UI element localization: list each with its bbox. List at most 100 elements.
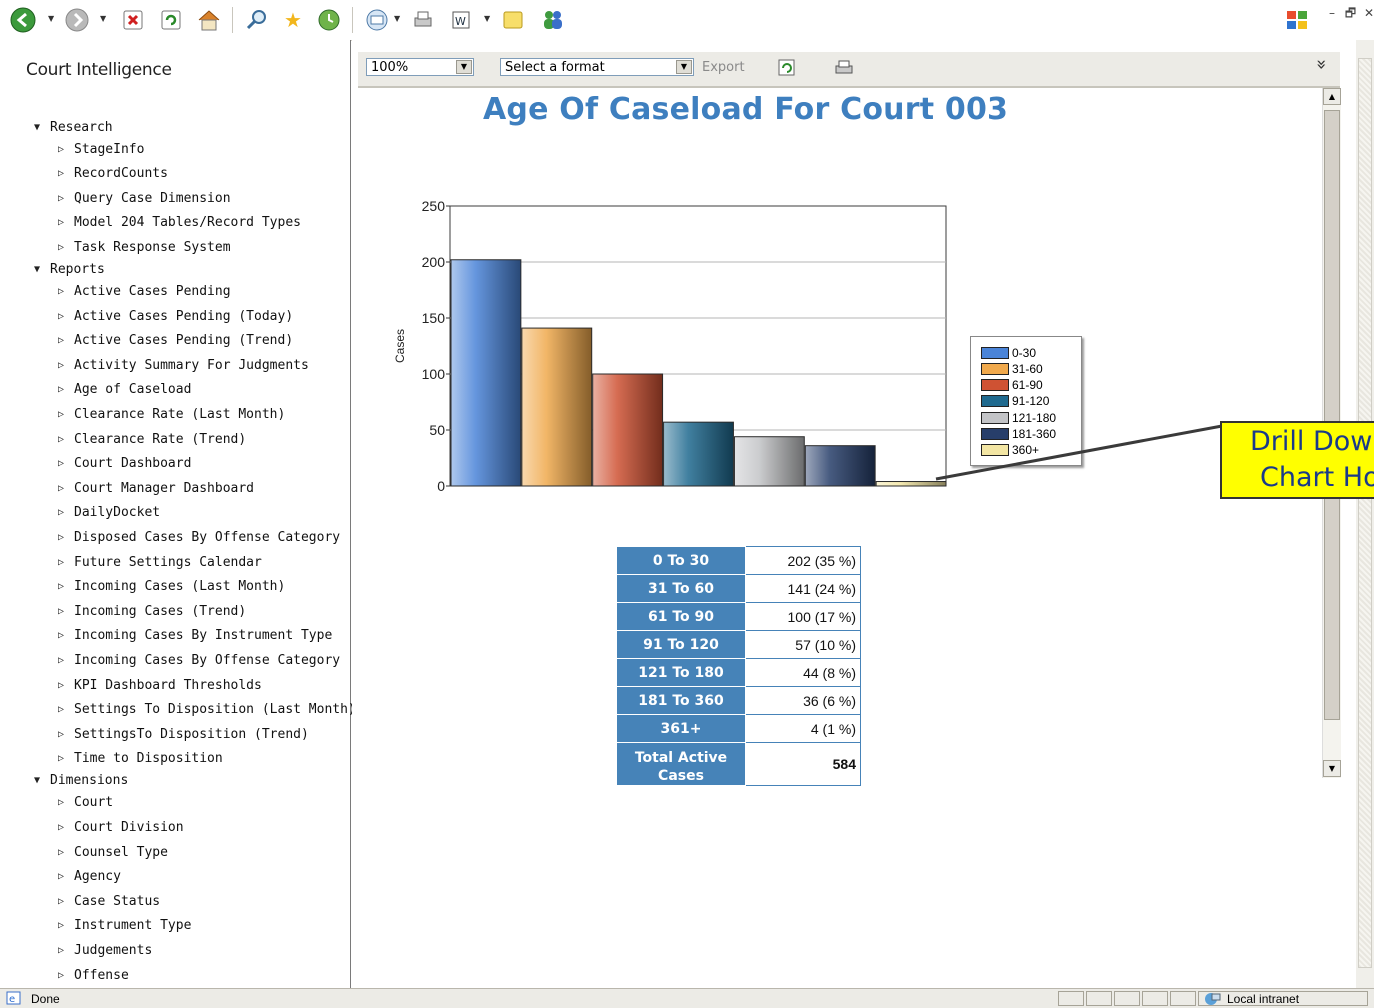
zoom-select[interactable]: 100% ▼	[366, 58, 474, 76]
collapsed-triangle-icon[interactable]: ▷	[54, 458, 68, 469]
collapsed-triangle-icon[interactable]: ▷	[54, 360, 68, 371]
export-link[interactable]: Export	[702, 60, 745, 75]
collapsed-triangle-icon[interactable]: ▷	[54, 144, 68, 155]
back-dropdown-icon[interactable]: ▼	[48, 14, 54, 23]
collapsed-triangle-icon[interactable]: ▷	[54, 970, 68, 981]
sidebar-section[interactable]: ▼ Research	[30, 116, 113, 138]
sidebar-item[interactable]: ▷ Clearance Rate (Trend)	[54, 428, 246, 450]
sidebar-item[interactable]: ▷ Agency	[54, 866, 121, 888]
collapsed-triangle-icon[interactable]: ▷	[54, 729, 68, 740]
sidebar-item[interactable]: ▷ Incoming Cases By Offense Category	[54, 649, 340, 671]
collapsed-triangle-icon[interactable]: ▷	[54, 822, 68, 833]
close-button[interactable]: ✕	[1364, 6, 1374, 20]
collapsed-triangle-icon[interactable]: ▷	[54, 242, 68, 253]
sidebar-item[interactable]: ▷ Active Cases Pending	[54, 280, 231, 302]
sidebar-item[interactable]: ▷ Court Dashboard	[54, 453, 191, 475]
collapsed-triangle-icon[interactable]: ▷	[54, 920, 68, 931]
discuss-icon[interactable]	[498, 6, 528, 34]
collapsed-triangle-icon[interactable]: ▷	[54, 168, 68, 179]
collapsed-triangle-icon[interactable]: ▷	[54, 871, 68, 882]
collapsed-triangle-icon[interactable]: ▷	[54, 896, 68, 907]
collapse-toolbar-icon[interactable]: »	[1311, 59, 1332, 70]
minimize-button[interactable]: –	[1329, 6, 1335, 20]
sidebar-item[interactable]: ▷ Clearance Rate (Last Month)	[54, 403, 285, 425]
sidebar-item[interactable]: ▷ Judgements	[54, 939, 152, 961]
edit-icon[interactable]: W	[448, 6, 474, 34]
page-scroll-thumb[interactable]	[1358, 58, 1372, 968]
stop-icon[interactable]	[120, 6, 146, 34]
scroll-down-icon[interactable]: ▼	[1323, 760, 1341, 777]
sidebar-item[interactable]: ▷ SettingsTo Disposition (Trend)	[54, 723, 309, 745]
print-report-icon[interactable]	[834, 59, 854, 81]
sidebar-item[interactable]: ▷ Settings To Disposition (Last Month)	[54, 699, 356, 721]
messenger-icon[interactable]	[538, 6, 568, 34]
collapsed-triangle-icon[interactable]: ▷	[54, 434, 68, 445]
back-icon[interactable]	[8, 6, 38, 34]
sidebar-item[interactable]: ▷ Incoming Cases By Instrument Type	[54, 625, 332, 647]
page-scrollbar[interactable]	[1356, 40, 1374, 988]
sidebar-item[interactable]: ▷ Time to Disposition	[54, 748, 223, 770]
collapsed-triangle-icon[interactable]: ▷	[54, 483, 68, 494]
bar-181-360[interactable]	[804, 445, 876, 487]
bar-31-60[interactable]	[521, 327, 593, 487]
restore-button[interactable]: 🗗	[1345, 6, 1356, 20]
collapsed-triangle-icon[interactable]: ▷	[54, 507, 68, 518]
collapsed-triangle-icon[interactable]: ▷	[54, 384, 68, 395]
home-icon[interactable]	[194, 6, 224, 34]
sidebar-section[interactable]: ▼ Dimensions	[30, 770, 128, 792]
history-icon[interactable]	[314, 6, 344, 34]
sidebar-item[interactable]: ▷ Activity Summary For Judgments	[54, 354, 309, 376]
bar-121-180[interactable]	[733, 436, 805, 487]
sidebar-item[interactable]: ▷ Model 204 Tables/Record Types	[54, 212, 301, 234]
collapsed-triangle-icon[interactable]: ▷	[54, 753, 68, 764]
collapsed-triangle-icon[interactable]: ▷	[54, 847, 68, 858]
sidebar-item[interactable]: ▷ Future Settings Calendar	[54, 551, 262, 573]
expanded-triangle-icon[interactable]: ▼	[30, 122, 44, 133]
sidebar-item[interactable]: ▷ DailyDocket	[54, 502, 160, 524]
scroll-thumb[interactable]	[1324, 110, 1340, 720]
sidebar-item[interactable]: ▷ Court Division	[54, 816, 184, 838]
sidebar-item[interactable]: ▷ Task Response System	[54, 236, 231, 258]
sidebar-item[interactable]: ▷ Disposed Cases By Offense Category	[54, 526, 340, 548]
collapsed-triangle-icon[interactable]: ▷	[54, 335, 68, 346]
chevron-down-icon[interactable]: ▼	[676, 60, 692, 74]
sidebar-section[interactable]: ▼ Reports	[30, 258, 105, 280]
bar-91-120[interactable]	[663, 421, 734, 487]
sidebar-item[interactable]: ▷ StageInfo	[54, 138, 144, 160]
expanded-triangle-icon[interactable]: ▼	[30, 264, 44, 275]
sidebar-item[interactable]: ▷ Active Cases Pending (Trend)	[54, 330, 293, 352]
scroll-up-icon[interactable]: ▲	[1323, 88, 1341, 105]
collapsed-triangle-icon[interactable]: ▷	[54, 680, 68, 691]
edit-dropdown-icon[interactable]: ▼	[484, 14, 490, 23]
collapsed-triangle-icon[interactable]: ▷	[54, 630, 68, 641]
collapsed-triangle-icon[interactable]: ▷	[54, 704, 68, 715]
collapsed-triangle-icon[interactable]: ▷	[54, 193, 68, 204]
sidebar-item[interactable]: ▷ RecordCounts	[54, 163, 168, 185]
refresh-report-icon[interactable]	[778, 59, 796, 81]
forward-icon[interactable]	[62, 6, 92, 34]
sidebar-item[interactable]: ▷ Incoming Cases (Trend)	[54, 600, 246, 622]
bar-0-30[interactable]	[450, 259, 522, 487]
sidebar-item[interactable]: ▷ Incoming Cases (Last Month)	[54, 576, 285, 598]
sidebar-item[interactable]: ▷ Active Cases Pending (Today)	[54, 305, 293, 327]
sidebar-item[interactable]: ▷ Court	[54, 792, 113, 814]
bar-61-90[interactable]	[592, 373, 664, 487]
collapsed-triangle-icon[interactable]: ▷	[54, 409, 68, 420]
sidebar-item[interactable]: ▷ Age of Caseload	[54, 379, 191, 401]
favorites-icon[interactable]: ★	[278, 6, 308, 34]
sidebar-item[interactable]: ▷ Counsel Type	[54, 841, 168, 863]
sidebar-item[interactable]: ▷ KPI Dashboard Thresholds	[54, 674, 262, 696]
refresh-icon[interactable]	[158, 6, 184, 34]
collapsed-triangle-icon[interactable]: ▷	[54, 797, 68, 808]
sidebar-item[interactable]: ▷ Query Case Dimension	[54, 187, 231, 209]
sidebar-item[interactable]: ▷ Offense	[54, 964, 129, 986]
sidebar-item[interactable]: ▷ Court Manager Dashboard	[54, 477, 254, 499]
sidebar-item[interactable]: ▷ Case Status	[54, 890, 160, 912]
collapsed-triangle-icon[interactable]: ▷	[54, 311, 68, 322]
format-select[interactable]: Select a format ▼	[500, 58, 694, 76]
mail-icon[interactable]	[362, 6, 392, 34]
print-icon[interactable]	[408, 6, 438, 34]
collapsed-triangle-icon[interactable]: ▷	[54, 557, 68, 568]
chevron-down-icon[interactable]: ▼	[456, 60, 472, 74]
collapsed-triangle-icon[interactable]: ▷	[54, 286, 68, 297]
